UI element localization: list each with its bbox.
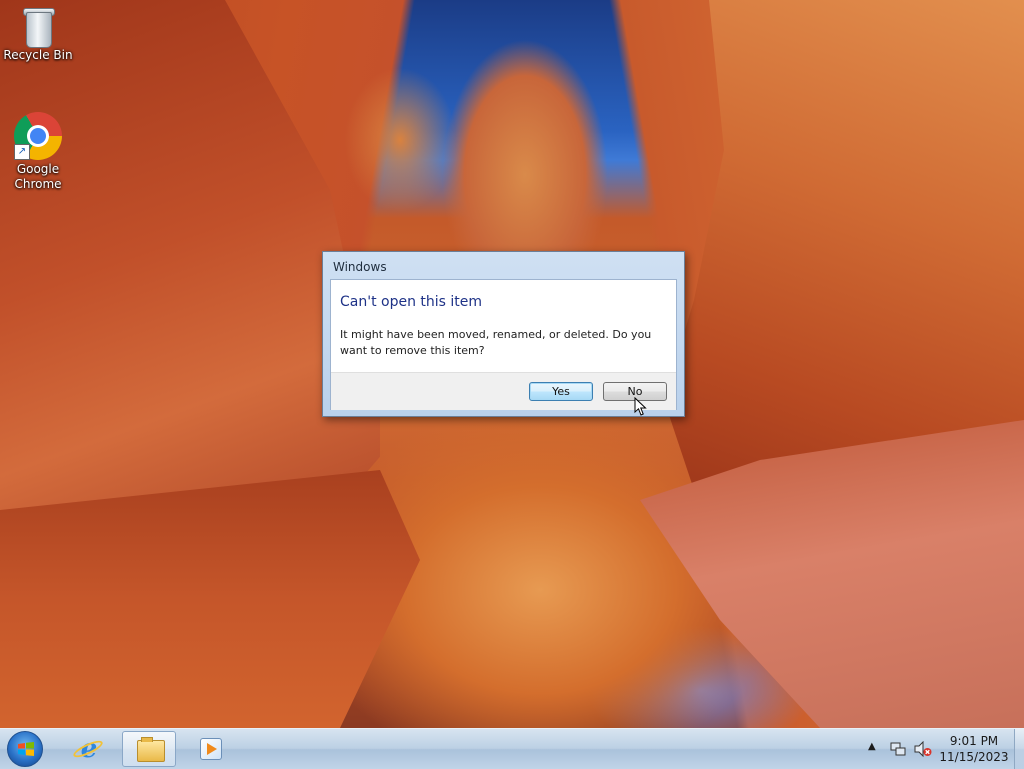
cant-open-item-dialog: Windows Can't open this item It might ha… (322, 251, 685, 417)
desktop-icon-recycle-bin[interactable]: Recycle Bin (2, 6, 74, 63)
system-clock[interactable]: 9:01 PM 11/15/2023 (938, 733, 1010, 765)
shortcut-arrow-icon: ↗ (14, 144, 30, 160)
clock-date: 11/15/2023 (939, 750, 1009, 764)
chrome-icon: ↗ (14, 112, 62, 160)
taskbar-media-player[interactable] (182, 731, 236, 767)
taskbar-windows-explorer[interactable] (122, 731, 176, 767)
folder-icon (137, 737, 165, 762)
media-player-icon (200, 738, 222, 760)
recycle-bin-icon (23, 6, 55, 48)
dialog-title: Windows (333, 260, 387, 274)
desktop-icon-google-chrome[interactable]: ↗ Google Chrome (2, 112, 74, 192)
desktop-icon-label: Google Chrome (14, 162, 62, 191)
start-button[interactable] (7, 731, 43, 767)
show-desktop-button[interactable] (1014, 729, 1024, 769)
clock-time: 9:01 PM (949, 734, 999, 748)
windows-logo-icon (18, 742, 34, 756)
volume-muted-icon[interactable] (914, 741, 932, 757)
yes-button[interactable]: Yes (529, 382, 593, 401)
desktop-icon-label: Recycle Bin (3, 48, 73, 62)
show-hidden-icons-arrow[interactable]: ▲ (868, 741, 876, 752)
network-icon[interactable] (890, 741, 906, 757)
dialog-message: It might have been moved, renamed, or de… (340, 328, 652, 357)
wallpaper-rock-bottom-left (0, 470, 420, 728)
mouse-cursor-icon (634, 397, 647, 416)
dialog-content: Can't open this item It might have been … (330, 279, 677, 410)
taskbar: e ▲ 9:01 PM 11/15/2023 (0, 728, 1024, 769)
taskbar-internet-explorer[interactable]: e (62, 731, 116, 767)
dialog-button-bar: Yes No (331, 372, 676, 410)
dialog-heading: Can't open this item (340, 294, 483, 310)
